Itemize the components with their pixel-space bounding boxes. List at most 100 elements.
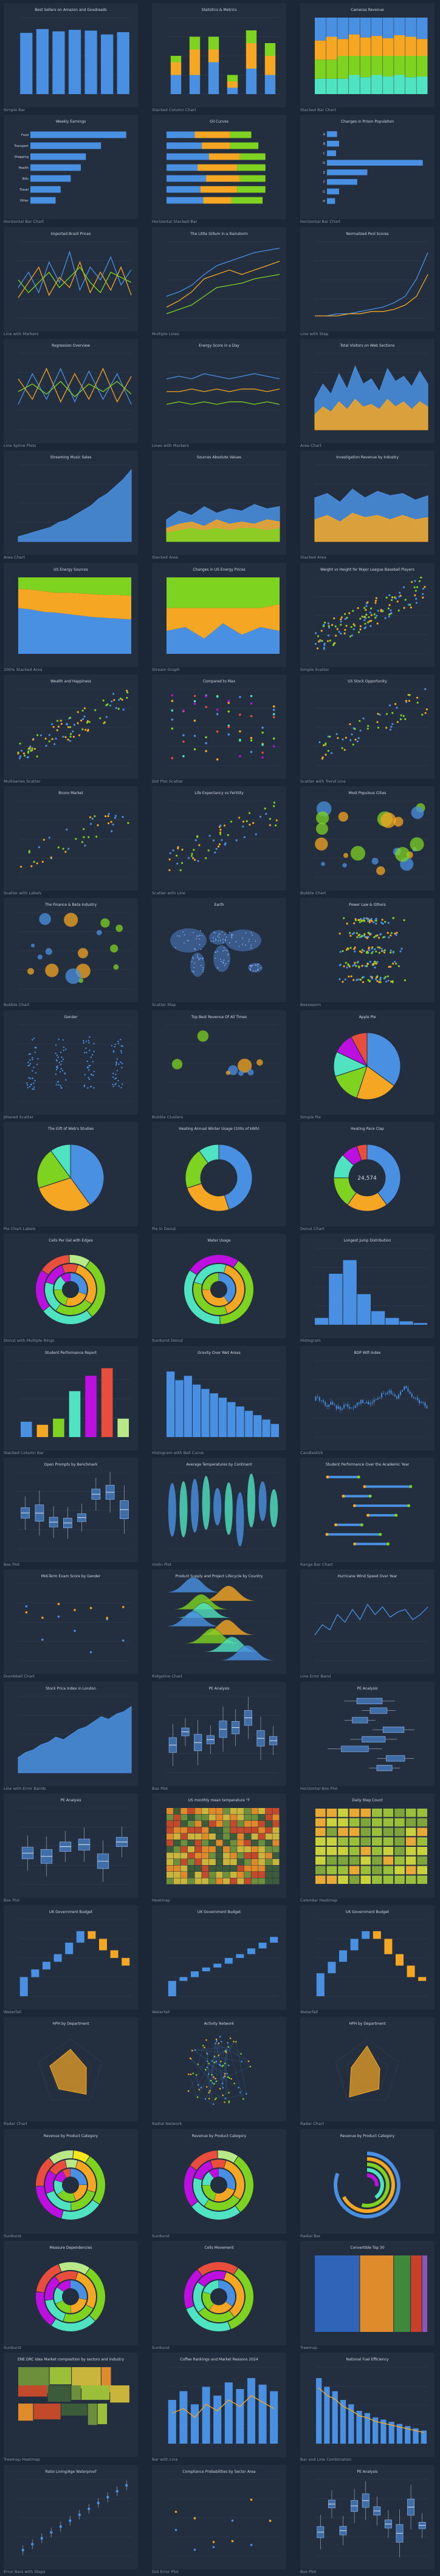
data-point — [33, 1038, 35, 1039]
chart-card[interactable]: Statistics & MetricsStacked Column Chart — [152, 3, 286, 114]
chart-card[interactable]: UK Government BudgetWaterfall — [152, 1905, 286, 2016]
chart-card[interactable]: Best Sellers on Amazon and GoodreadsSimp… — [4, 3, 138, 114]
treemap-tile — [360, 2255, 393, 2332]
chart-card[interactable]: Heating Pace Clap24,574Donut Chart — [300, 1122, 435, 1233]
chart-card[interactable]: Cells MovementSunburst — [152, 2241, 286, 2352]
chart-card[interactable]: Revenue by Product CategorySunburst — [152, 2129, 286, 2240]
chart-card[interactable]: Streaming Music SalesArea Chart — [4, 450, 138, 562]
chart-card[interactable]: Mid-Term Exam Score by GenderDumbbell Ch… — [4, 1569, 138, 1681]
chart-card[interactable]: Cameras RevenueStacked Bar Chart — [300, 3, 435, 114]
chart-card[interactable]: Cells Per Gel with EdgesDonut with Multi… — [4, 1234, 138, 1345]
waterfall-bar — [247, 1948, 255, 1954]
chart-card[interactable]: Oil CurvesHorizontal Stacked Bar — [152, 115, 286, 226]
chart-panel: Measure Dependencies — [4, 2241, 138, 2345]
chart-card[interactable]: Measure DependenciesSunburst — [4, 2241, 138, 2352]
chart-card[interactable]: Weekly EarningsFoodTransportShoppingHeal… — [4, 115, 138, 226]
chart-card[interactable]: Regression OverviewLine Spline Plots — [4, 339, 138, 450]
chart-card[interactable]: Most Populous CitiesBubble Chart — [300, 786, 435, 897]
chart-card[interactable]: National Fuel EfficiencyBar and Line Com… — [300, 2353, 435, 2464]
chart-card[interactable]: Heating Annual Winter Usage (100s of kWh… — [152, 1122, 286, 1233]
heat-cell — [266, 1878, 272, 1884]
chart-card[interactable]: Product Supply and Project Lifecycle by … — [152, 1569, 286, 1681]
data-point — [250, 702, 253, 705]
chart-card[interactable]: PE AnalysisHorizontal Box Plot — [300, 1682, 435, 1793]
chart-card[interactable]: Top Best Revenue Of All TimesBubble Clus… — [152, 1010, 286, 1121]
chart-card[interactable]: Investigation Revenue by IndustryStacked… — [300, 450, 435, 562]
chart-card[interactable]: Changes in Prison PopulationABCDEFGHHori… — [300, 115, 435, 226]
data-point — [112, 693, 114, 695]
bar-segment — [171, 63, 181, 75]
chart-title: Cells Movement — [204, 2246, 234, 2250]
chart-card[interactable]: PE AnalysisBox Plot — [300, 2465, 435, 2576]
chart-card[interactable]: Weight vs Height for Major League Baseba… — [300, 563, 435, 674]
chart-card[interactable]: Hurricane Wind Speed Over YearLine Error… — [300, 1569, 435, 1681]
chart-card[interactable]: Apple PieSimple Pie — [300, 1010, 435, 1121]
chart-card[interactable]: Open Prompts by BenchmarkBox Plot — [4, 1458, 138, 1569]
chart-title: Apple Pie — [359, 1015, 376, 1019]
chart-card[interactable]: HPH by DepartmentRadar Chart — [4, 2017, 138, 2128]
chart-card[interactable]: Bruno MarketScatter with Labels — [4, 786, 138, 897]
chart-card[interactable]: GenderJittered Scatter — [4, 1010, 138, 1121]
chart-card[interactable]: Student Performance Over the Academic Ye… — [300, 1458, 435, 1569]
chart-card[interactable]: ENE DRC Idea Market composition by secto… — [4, 2353, 138, 2464]
chart-card[interactable]: Revenue by Product CategoryRadial Bar — [300, 2129, 435, 2240]
chart-card[interactable]: Stock Price Index in LondonLine with Err… — [4, 1682, 138, 1793]
data-point — [89, 721, 91, 722]
chart-panel: Streaming Music Sales — [4, 450, 138, 555]
data-point — [55, 1073, 57, 1075]
chart-card[interactable]: Energy Score in a DayLines with Markers — [152, 339, 286, 450]
chart-card[interactable]: Power Law & OthersBeeswarm — [300, 898, 435, 1009]
chart-card[interactable]: EarthScatter Map — [152, 898, 286, 1009]
data-point — [171, 718, 174, 721]
chart-panel: Product Supply and Project Lifecycle by … — [152, 1569, 286, 1674]
chart-card[interactable]: Imported Brazil PricesLine with Markers — [4, 227, 138, 338]
data-point — [50, 857, 52, 858]
chart-card[interactable]: Average Temperatures by ContinentViolin … — [152, 1458, 286, 1569]
chart-card[interactable]: The Little Gillum in a RainstormMultiple… — [152, 227, 286, 338]
chart-card[interactable]: Normalized Pool ScoresLine with Step — [300, 227, 435, 338]
bar-segment — [237, 165, 266, 171]
candle-body — [321, 1400, 322, 1401]
chart-card[interactable]: UK Government BudgetWaterfall — [300, 1905, 435, 2016]
chart-card[interactable]: Life Expectancy vs FertilityScatter with… — [152, 786, 286, 897]
chart-card[interactable]: Coffee Rankings and Market Reasons 2024B… — [152, 2353, 286, 2464]
data-point — [386, 713, 388, 715]
chart-card[interactable]: Sources Absolute ValuesStacked Area — [152, 450, 286, 562]
chart-card[interactable]: PE AnalysisBox Plot — [152, 1682, 286, 1793]
map-point — [215, 940, 216, 942]
chart-card[interactable]: Gravity Over Wet AreasHistogram with Bel… — [152, 1346, 286, 1457]
chart-card[interactable]: US monthly mean temperature °FHeatmap — [152, 1793, 286, 1905]
data-point — [60, 1064, 61, 1065]
chart-card[interactable]: Total Visitors on Web SectionsArea Chart — [300, 339, 435, 450]
chart-card[interactable]: Ratio Living/Age WaterproofError Bars wi… — [4, 2465, 138, 2576]
data-point — [57, 1055, 58, 1056]
chart-card[interactable]: Compared to MaxDot Plot Scatter — [152, 675, 286, 786]
chart-card[interactable]: PE AnalysisBox Plot — [4, 1793, 138, 1905]
stream-band — [167, 577, 280, 608]
chart-card[interactable]: US Stock OpportunityScatter with Trend L… — [300, 675, 435, 786]
bar-segment — [230, 132, 252, 138]
chart-card[interactable]: Changes in US Energy PricesStream Graph — [152, 563, 286, 674]
map-point — [229, 942, 230, 943]
range-start — [353, 1543, 356, 1546]
chart-card[interactable]: Water UsageSunburst Donut — [152, 1234, 286, 1345]
chart-card[interactable]: Compliance Probabilities by Sector AreaD… — [152, 2465, 286, 2576]
chart-card[interactable]: The Finance & Beta IndustryBubble Chart — [4, 898, 138, 1009]
chart-card[interactable]: Activity NetworkRadial Network — [152, 2017, 286, 2128]
chart-card[interactable]: Student Performance ReportStacked Column… — [4, 1346, 138, 1457]
chart-card[interactable]: US Energy Sources100% Stacked Area — [4, 563, 138, 674]
candle-body — [317, 1396, 318, 1397]
tick-label: E — [323, 171, 325, 175]
chart-card[interactable]: HPH by DepartmentRadar Chart — [300, 2017, 435, 2128]
chart-card[interactable]: Daily Step CountCalendar Heatmap — [300, 1793, 435, 1905]
chart-card[interactable]: Revenue by Product CategorySunburst — [4, 2129, 138, 2240]
chart-card[interactable]: Longest Jump DistributionHistogram — [300, 1234, 435, 1345]
chart-card[interactable]: Wealth and HappinessMultiseries Scatter — [4, 675, 138, 786]
network-node — [198, 2089, 200, 2091]
chart-card[interactable]: UK Government BudgetWaterfall — [4, 1905, 138, 2016]
chart-card[interactable]: Convertible Top 30Treemap — [300, 2241, 435, 2352]
calendar-cell — [383, 1857, 394, 1865]
chart-card[interactable]: The Gift of Web's StudiesPie Chart Label… — [4, 1122, 138, 1233]
chart-card[interactable]: BDP Wifi IndexCandlestick — [300, 1346, 435, 1457]
bar-segment — [405, 56, 416, 77]
